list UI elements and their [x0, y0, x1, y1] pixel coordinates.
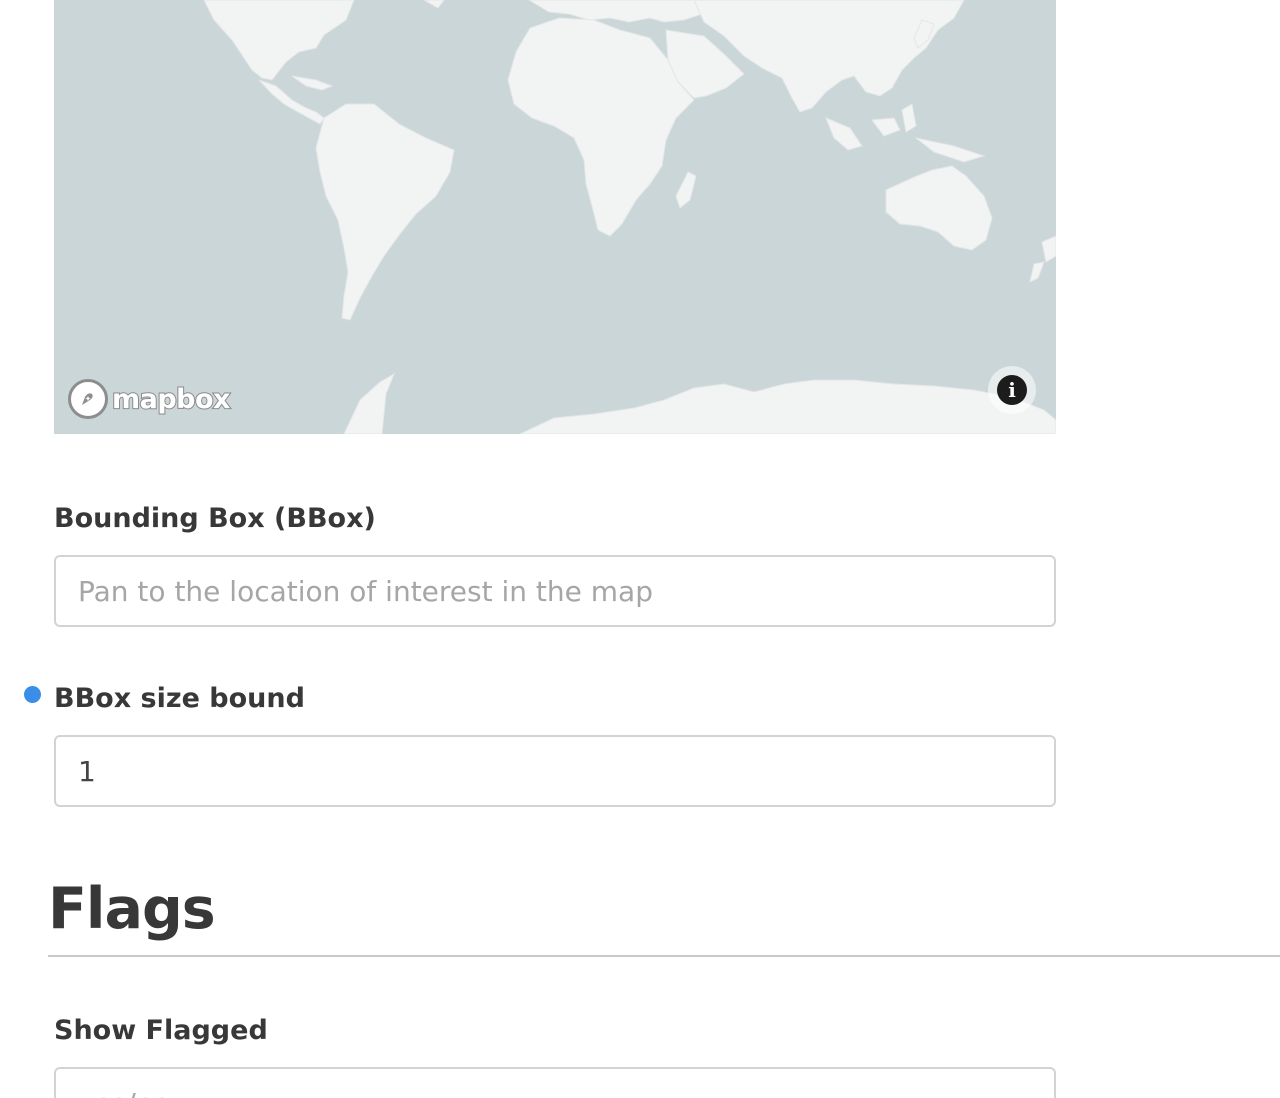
mapbox-wordmark: mapbox — [111, 383, 231, 416]
bbox-size-input[interactable] — [54, 735, 1056, 807]
mapbox-compass-icon — [68, 379, 108, 419]
page: mapbox i Bounding Box (BBox) BBox size b… — [0, 0, 1280, 1098]
section-title-flags: Flags — [48, 876, 216, 942]
info-icon: i — [997, 375, 1027, 405]
attribution-info-button[interactable]: i — [988, 366, 1036, 414]
bbox-input[interactable] — [54, 555, 1056, 627]
mapbox-logo[interactable]: mapbox — [68, 378, 231, 420]
section-divider — [48, 955, 1280, 957]
show-flagged-input[interactable] — [54, 1067, 1056, 1098]
world-map-land — [203, 0, 1056, 434]
bbox-size-label: BBox size bound — [54, 683, 305, 714]
modified-indicator-dot — [24, 686, 41, 703]
map[interactable]: mapbox i — [54, 0, 1056, 434]
bbox-label: Bounding Box (BBox) — [54, 503, 376, 534]
show-flagged-label: Show Flagged — [54, 1015, 268, 1046]
